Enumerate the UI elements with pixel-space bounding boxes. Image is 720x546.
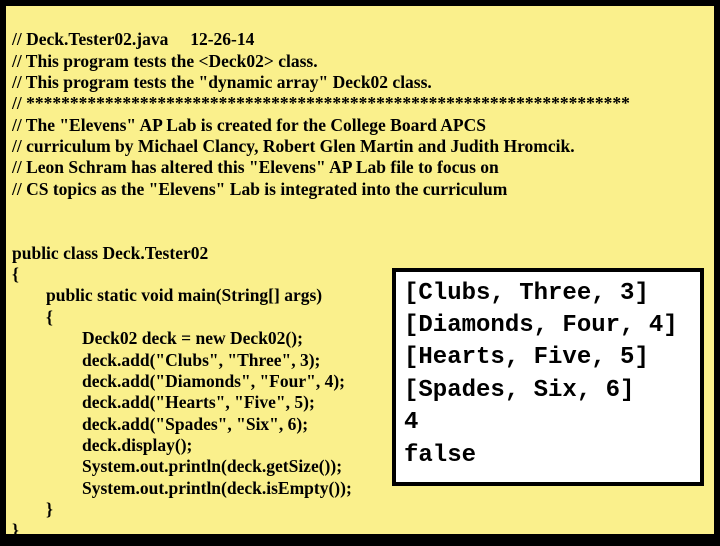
code-line: // This program tests the <Deck02> class… [12, 51, 318, 71]
code-line: } [12, 520, 19, 540]
code-line: // The "Elevens" AP Lab is created for t… [12, 115, 486, 135]
code-line: { [12, 307, 53, 328]
code-line: // This program tests the "dynamic array… [12, 72, 432, 92]
code-line: { [12, 264, 19, 284]
output-line: [Clubs, Three, 3] [404, 280, 649, 307]
code-line: // Leon Schram has altered this "Elevens… [12, 157, 499, 177]
code-line: deck.add("Clubs", "Three", 3); [12, 350, 320, 371]
code-line: // Deck.Tester02.java 12-26-14 [12, 29, 254, 49]
code-line: public class Deck.Tester02 [12, 243, 208, 263]
code-line: System.out.println(deck.isEmpty()); [12, 478, 352, 499]
code-line: deck.display(); [12, 435, 192, 456]
code-line: // curriculum by Michael Clancy, Robert … [12, 136, 575, 156]
output-line: 4 [404, 409, 418, 436]
code-line: deck.add("Diamonds", "Four", 4); [12, 371, 345, 392]
slide-frame: // Deck.Tester02.java 12-26-14 // This p… [0, 0, 720, 540]
output-line: [Hearts, Five, 5] [404, 344, 649, 371]
output-line: [Spades, Six, 6] [404, 377, 634, 404]
output-line: false [404, 442, 476, 469]
code-line: deck.add("Hearts", "Five", 5); [12, 392, 315, 413]
code-line: } [12, 499, 53, 520]
output-line: [Diamonds, Four, 4] [404, 312, 678, 339]
program-output-box: [Clubs, Three, 3] [Diamonds, Four, 4] [H… [392, 268, 704, 486]
code-line: deck.add("Spades", "Six", 6); [12, 414, 308, 435]
code-line: public static void main(String[] args) [12, 285, 322, 306]
code-line: Deck02 deck = new Deck02(); [12, 328, 303, 349]
code-line: System.out.println(deck.getSize()); [12, 456, 342, 477]
code-line: // *************************************… [12, 93, 630, 113]
code-line: // CS topics as the "Elevens" Lab is int… [12, 179, 507, 199]
